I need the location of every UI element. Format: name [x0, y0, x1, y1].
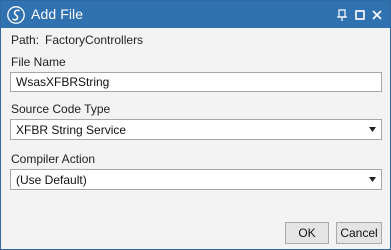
- compiler-action-select[interactable]: (Use Default): [10, 169, 382, 190]
- path-value: FactoryControllers: [45, 33, 144, 47]
- dialog-body: Path: FactoryControllers File Name Source…: [1, 28, 390, 249]
- file-name-label: File Name: [11, 55, 66, 69]
- maximize-icon[interactable]: [352, 7, 368, 23]
- dropdown-arrow-icon: [369, 127, 376, 132]
- compiler-action-label: Compiler Action: [11, 152, 96, 166]
- dropdown-arrow-icon: [369, 177, 376, 182]
- compiler-action-value: (Use Default): [16, 173, 87, 187]
- file-name-input[interactable]: [10, 72, 382, 92]
- pin-icon[interactable]: [334, 7, 350, 23]
- add-file-dialog: Add File Path: FactoryControllers File Na…: [0, 0, 391, 250]
- source-code-type-value: XFBR String Service: [16, 123, 127, 137]
- dialog-title: Add File: [31, 6, 84, 22]
- source-code-type-label: Source Code Type: [11, 102, 111, 116]
- cancel-button[interactable]: Cancel: [336, 222, 382, 244]
- path-row: Path: FactoryControllers: [11, 33, 143, 47]
- path-label: Path:: [11, 33, 40, 47]
- title-bar[interactable]: Add File: [1, 1, 390, 28]
- source-code-type-select[interactable]: XFBR String Service: [10, 119, 382, 140]
- script-logo-icon: [7, 6, 25, 24]
- close-icon[interactable]: [369, 7, 385, 23]
- ok-button[interactable]: OK: [285, 222, 329, 244]
